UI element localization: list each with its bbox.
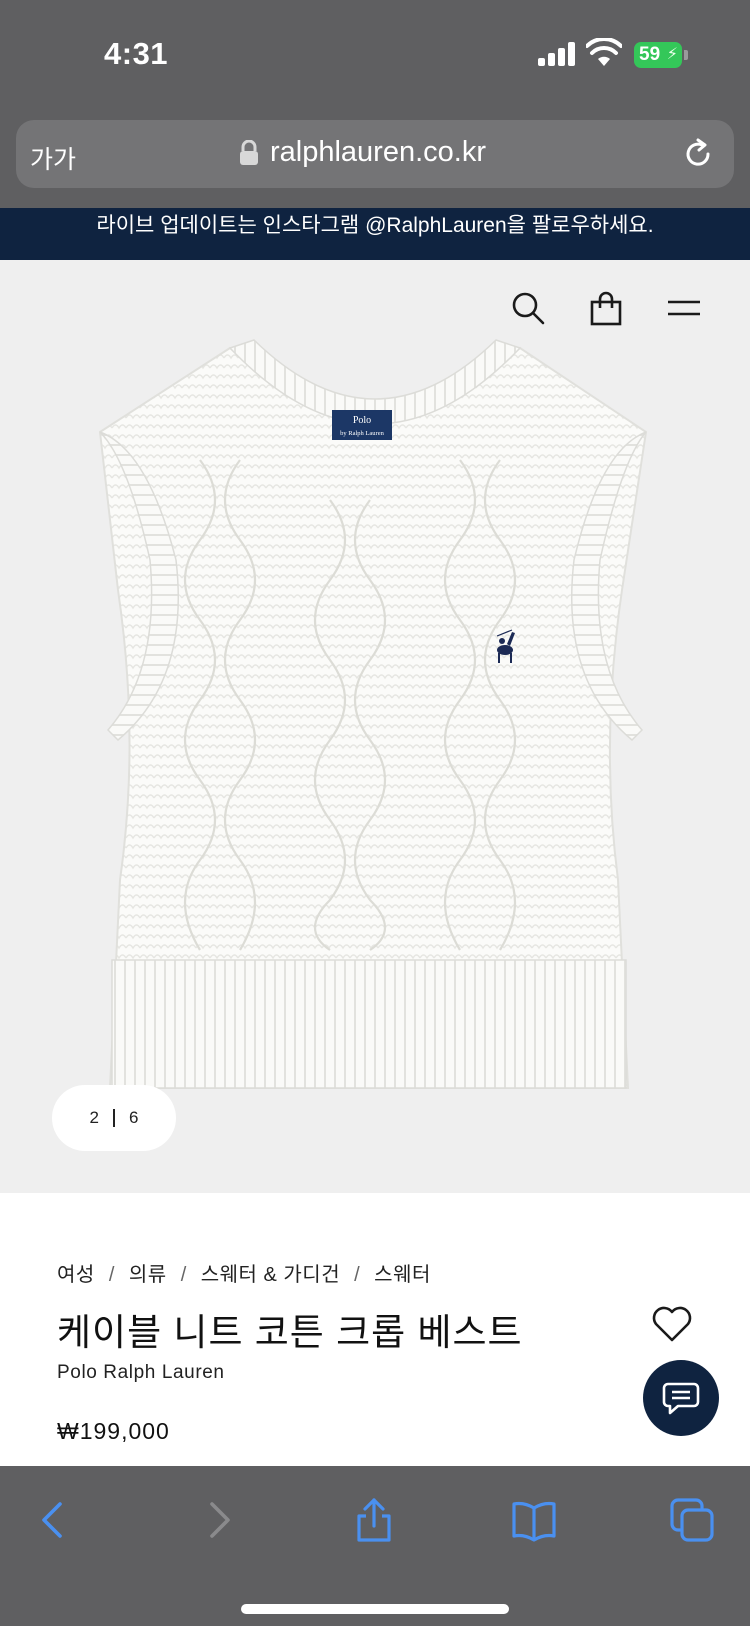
browser-toolbar <box>0 1466 750 1626</box>
reload-icon[interactable] <box>680 136 716 172</box>
bookmarks-icon[interactable] <box>510 1496 558 1544</box>
back-icon[interactable] <box>30 1496 78 1544</box>
url-text[interactable]: ralphlauren.co.kr <box>270 136 486 169</box>
battery-cap <box>684 50 688 60</box>
breadcrumb: 여성 / 의류 / 스웨터 & 가디건 / 스웨터 <box>57 1258 431 1287</box>
label-text: Polo <box>353 415 371 426</box>
product-title: 케이블 니트 코튼 크롭 베스트 <box>57 1312 523 1353</box>
heart-icon[interactable] <box>651 1304 693 1344</box>
neck-label-logo: Polo by Ralph Lauren <box>332 410 392 440</box>
product-image-gallery[interactable]: Polo by Ralph Lauren 2 6 <box>0 260 750 1193</box>
breadcrumb-separator: / <box>354 1264 361 1286</box>
search-icon[interactable] <box>508 288 548 328</box>
breadcrumb-item[interactable]: 스웨터 <box>374 1264 431 1286</box>
gallery-pager: 2 6 <box>52 1085 176 1151</box>
product-brand[interactable]: Polo Ralph Lauren <box>57 1362 225 1384</box>
breadcrumb-item[interactable]: 스웨터 & 가디건 <box>201 1264 340 1286</box>
hem-ribbing <box>111 959 627 1089</box>
breadcrumb-item[interactable]: 여성 <box>57 1264 95 1286</box>
breadcrumb-item[interactable]: 의류 <box>129 1264 167 1286</box>
lock-icon <box>240 140 258 165</box>
address-bar[interactable]: 가가 ralphlauren.co.kr <box>16 120 734 188</box>
home-indicator <box>241 1604 509 1614</box>
breadcrumb-separator: / <box>180 1264 187 1286</box>
menu-icon[interactable] <box>664 288 704 328</box>
cellular-signal-icon <box>538 42 576 66</box>
label-subtext: by Ralph Lauren <box>340 430 384 437</box>
product-price: ₩199,000 <box>57 1418 170 1444</box>
wifi-icon <box>586 38 622 66</box>
battery-indicator: 59 ⚡ <box>634 42 682 68</box>
announcement-banner[interactable]: 라이브 업데이트는 인스타그램 @RalphLauren을 팔로우하세요. <box>0 208 750 260</box>
chat-icon <box>662 1382 700 1415</box>
browser-top-chrome: 4:31 59 ⚡ 가가 ralphlauren.co.kr <box>0 0 750 208</box>
product-image: Polo by Ralph Lauren <box>98 339 648 1089</box>
charging-bolt-icon: ⚡ <box>666 46 678 63</box>
share-icon[interactable] <box>350 1496 398 1544</box>
chat-button[interactable] <box>643 1360 719 1436</box>
pager-separator <box>113 1109 115 1127</box>
status-time: 4:31 <box>104 36 169 71</box>
battery-level: 59 <box>639 44 661 65</box>
pager-current: 2 <box>89 1108 99 1127</box>
tabs-icon[interactable] <box>668 1496 716 1544</box>
forward-icon[interactable] <box>194 1496 242 1544</box>
pager-total: 6 <box>129 1108 139 1127</box>
shopping-bag-icon[interactable] <box>586 288 626 328</box>
text-size-button[interactable]: 가가 <box>30 140 76 176</box>
breadcrumb-separator: / <box>108 1264 115 1286</box>
announcement-text: 라이브 업데이트는 인스타그램 @RalphLauren을 팔로우하세요. <box>96 214 654 237</box>
